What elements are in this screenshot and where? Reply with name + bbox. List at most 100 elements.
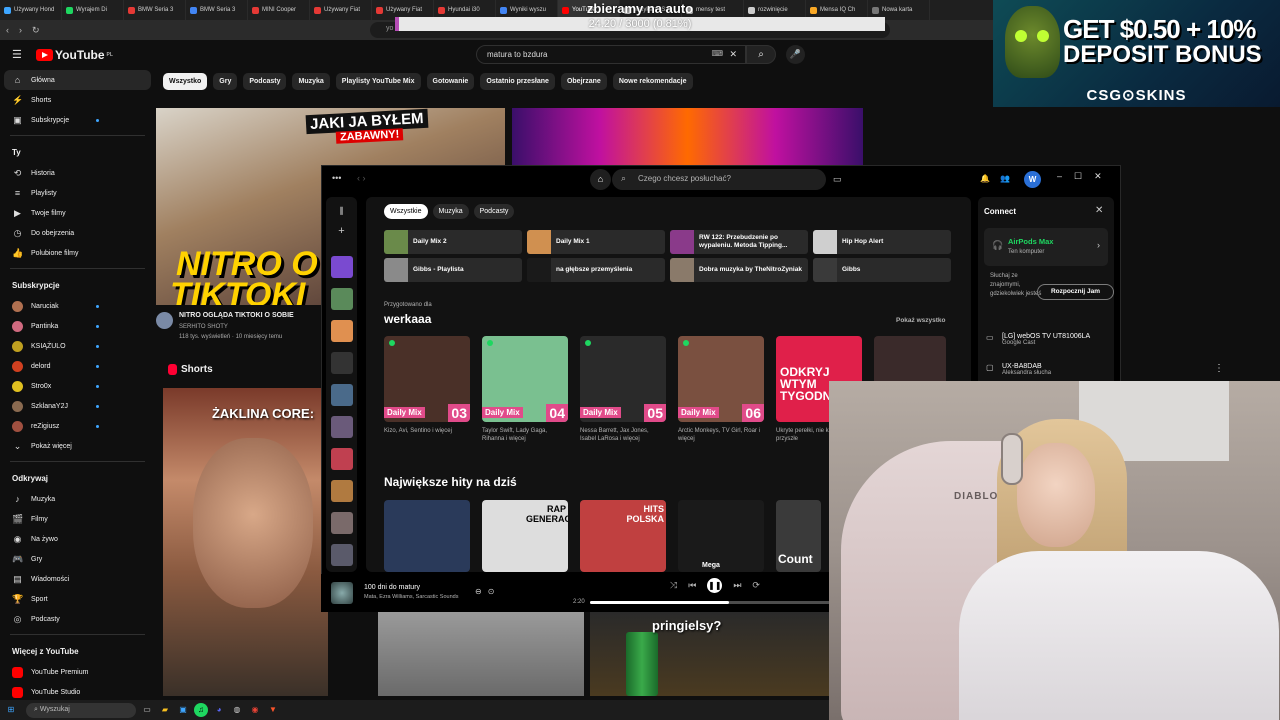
- library-item[interactable]: [331, 320, 353, 342]
- quick-pick-card[interactable]: Gibbs - Playlista: [384, 258, 522, 282]
- browser-tab[interactable]: Używany Hond: [0, 0, 62, 20]
- keyboard-icon[interactable]: ⌨: [711, 49, 723, 58]
- library-item[interactable]: [331, 288, 353, 310]
- menu-icon[interactable]: ☰: [12, 48, 22, 61]
- task-view-icon[interactable]: ▭: [140, 703, 154, 717]
- library-item[interactable]: [331, 384, 353, 406]
- quick-pick-card[interactable]: Daily Mix 1: [527, 230, 665, 254]
- sidebar-item[interactable]: ◉ Na żywo: [0, 529, 155, 549]
- sidebar-item[interactable]: ⌂ Główna: [4, 70, 151, 90]
- minimize-icon[interactable]: –: [1057, 171, 1062, 182]
- filter-chip[interactable]: Gotowanie: [426, 73, 475, 90]
- subscription-item[interactable]: Stro0x: [0, 376, 155, 396]
- subscription-item[interactable]: reZigiusz: [0, 416, 155, 436]
- store-icon[interactable]: ▣: [176, 703, 190, 717]
- kebab-menu-icon[interactable]: ⋮: [1214, 363, 1224, 374]
- browse-icon[interactable]: ▭: [833, 174, 842, 185]
- video-title[interactable]: NITRO OGLĄDA TIKTOKI O SOBIE: [179, 312, 294, 319]
- device-item[interactable]: ▢ UX-BA8DAB Aleksandra słucha: [986, 363, 1051, 376]
- discord-icon[interactable]: ◕: [212, 703, 226, 717]
- quick-pick-card[interactable]: Hip Hop Alert: [813, 230, 951, 254]
- filter-chip[interactable]: Muzyka: [292, 73, 330, 90]
- back-icon[interactable]: ‹: [6, 25, 9, 35]
- taskbar-search[interactable]: ⌕ Wyszukaj: [26, 702, 136, 718]
- search-button[interactable]: ⌕: [746, 45, 776, 64]
- channel-name[interactable]: SERHITO SHOTY: [179, 324, 228, 330]
- hit-playlist-card[interactable]: RAP GENERACJA: [482, 500, 568, 572]
- library-item[interactable]: [331, 352, 353, 374]
- sidebar-item[interactable]: ◎ Podcasty: [0, 609, 155, 629]
- now-playing-cover[interactable]: [331, 582, 353, 604]
- sidebar-item[interactable]: 🏆 Sport: [0, 589, 155, 609]
- spotify-filter-chip[interactable]: Wszystkie: [384, 204, 428, 219]
- pause-button[interactable]: ❚❚: [707, 578, 723, 593]
- library-item[interactable]: [331, 480, 353, 502]
- browser-tab[interactable]: BMW Seria 3: [186, 0, 248, 20]
- mic-button[interactable]: 🎤: [786, 45, 805, 64]
- forward-icon[interactable]: ›: [19, 25, 22, 35]
- bell-icon[interactable]: 🔔: [980, 174, 990, 183]
- library-item[interactable]: [331, 448, 353, 470]
- shuffle-icon[interactable]: ⤨: [670, 580, 677, 591]
- browser-tab[interactable]: BMW Seria 3: [124, 0, 186, 20]
- playback-progress[interactable]: [590, 601, 830, 604]
- quick-pick-card[interactable]: RW 122: Przebudzenie po wypaleniu. Metod…: [670, 230, 808, 254]
- hit-playlist-card[interactable]: Mega: [678, 500, 764, 572]
- repeat-icon[interactable]: ⟳: [752, 580, 760, 591]
- subscription-item[interactable]: delord: [0, 356, 155, 376]
- sidebar-item[interactable]: ◷ Do obejrzenia: [0, 223, 155, 243]
- sidebar-item[interactable]: YouTube Studio: [0, 682, 155, 702]
- hit-playlist-card[interactable]: Count: [776, 500, 821, 572]
- filter-chip[interactable]: Wszystko: [163, 73, 208, 90]
- sidebar-item[interactable]: ▤ Wiadomości: [0, 569, 155, 589]
- library-icon[interactable]: ⫼: [326, 206, 357, 217]
- quick-pick-card[interactable]: na głębsze przemyślenia: [527, 258, 665, 282]
- reload-icon[interactable]: ↻: [32, 25, 40, 36]
- library-item[interactable]: [331, 256, 353, 278]
- spotify-filter-chip[interactable]: Podcasty: [473, 204, 515, 219]
- add-icon[interactable]: +: [326, 225, 357, 237]
- filter-chip[interactable]: Ostatnio przesłane: [480, 73, 555, 90]
- user-avatar[interactable]: W: [1024, 171, 1041, 188]
- quick-pick-card[interactable]: Gibbs: [813, 258, 951, 282]
- spotify-icon[interactable]: ♫: [194, 703, 208, 717]
- friends-icon[interactable]: 👥: [1000, 174, 1010, 183]
- sidebar-item[interactable]: YouTube Premium: [0, 662, 155, 682]
- section-title[interactable]: werkaaa: [384, 312, 431, 326]
- channel-avatar[interactable]: [156, 312, 173, 329]
- filter-chip[interactable]: Nowe rekomendacje: [612, 73, 693, 90]
- start-jam-button[interactable]: Rozpocznij Jam: [1037, 284, 1114, 300]
- short-thumbnail[interactable]: ŻAKLINA CORE:: [163, 388, 328, 696]
- browser-tab[interactable]: MINI Cooper: [248, 0, 310, 20]
- sidebar-item[interactable]: 👍 Polubione filmy: [0, 243, 155, 263]
- nav-arrows[interactable]: ‹ ›: [357, 173, 366, 183]
- mix-card[interactable]: Daily Mix 04 Taylor Swift, Lady Gaga, Riha…: [482, 336, 568, 443]
- file-explorer-icon[interactable]: ▰: [158, 703, 172, 717]
- windows-start-icon[interactable]: ⊞: [4, 703, 18, 717]
- minus-icon[interactable]: ⊖: [475, 587, 482, 596]
- sidebar-header[interactable]: Ty: [0, 141, 155, 163]
- sidebar-item[interactable]: 🎬 Filmy: [0, 509, 155, 529]
- short-thumbnail[interactable]: pringielsy?: [590, 612, 830, 696]
- sidebar-item[interactable]: ≡ Playlisty: [0, 183, 155, 203]
- subscription-item[interactable]: SzklanaY2J: [0, 396, 155, 416]
- youtube-logo[interactable]: YouTube PL: [36, 48, 113, 62]
- library-item[interactable]: [331, 512, 353, 534]
- filter-chip[interactable]: Obejrzane: [560, 73, 607, 90]
- subscription-item[interactable]: KSIĄŻULO: [0, 336, 155, 356]
- section-title[interactable]: Największe hity na dziś: [384, 475, 517, 489]
- spotify-search-input[interactable]: ⌕ Czego chcesz posłuchać?: [612, 169, 826, 190]
- filter-chip[interactable]: Playlisty YouTube Mix: [335, 73, 421, 90]
- subscription-item[interactable]: Pantinka: [0, 316, 155, 336]
- now-playing-artist[interactable]: Mata, Ezra Williams, Sarcastic Sounds: [364, 594, 458, 600]
- close-icon[interactable]: ✕: [1094, 171, 1102, 182]
- library-item[interactable]: [331, 416, 353, 438]
- filter-chip[interactable]: Gry: [213, 73, 238, 90]
- library-item[interactable]: [331, 544, 353, 566]
- sidebar-item[interactable]: ⟲ Historia: [0, 163, 155, 183]
- show-more-button[interactable]: ⌄ Pokaż więcej: [0, 436, 155, 456]
- sidebar-header[interactable]: Subskrypcje: [0, 274, 155, 296]
- hit-playlist-card[interactable]: [384, 500, 470, 572]
- previous-icon[interactable]: ⏮: [688, 580, 696, 591]
- mix-card[interactable]: Daily Mix 05 Nessa Barrett, Jax Jones, Isa…: [580, 336, 666, 443]
